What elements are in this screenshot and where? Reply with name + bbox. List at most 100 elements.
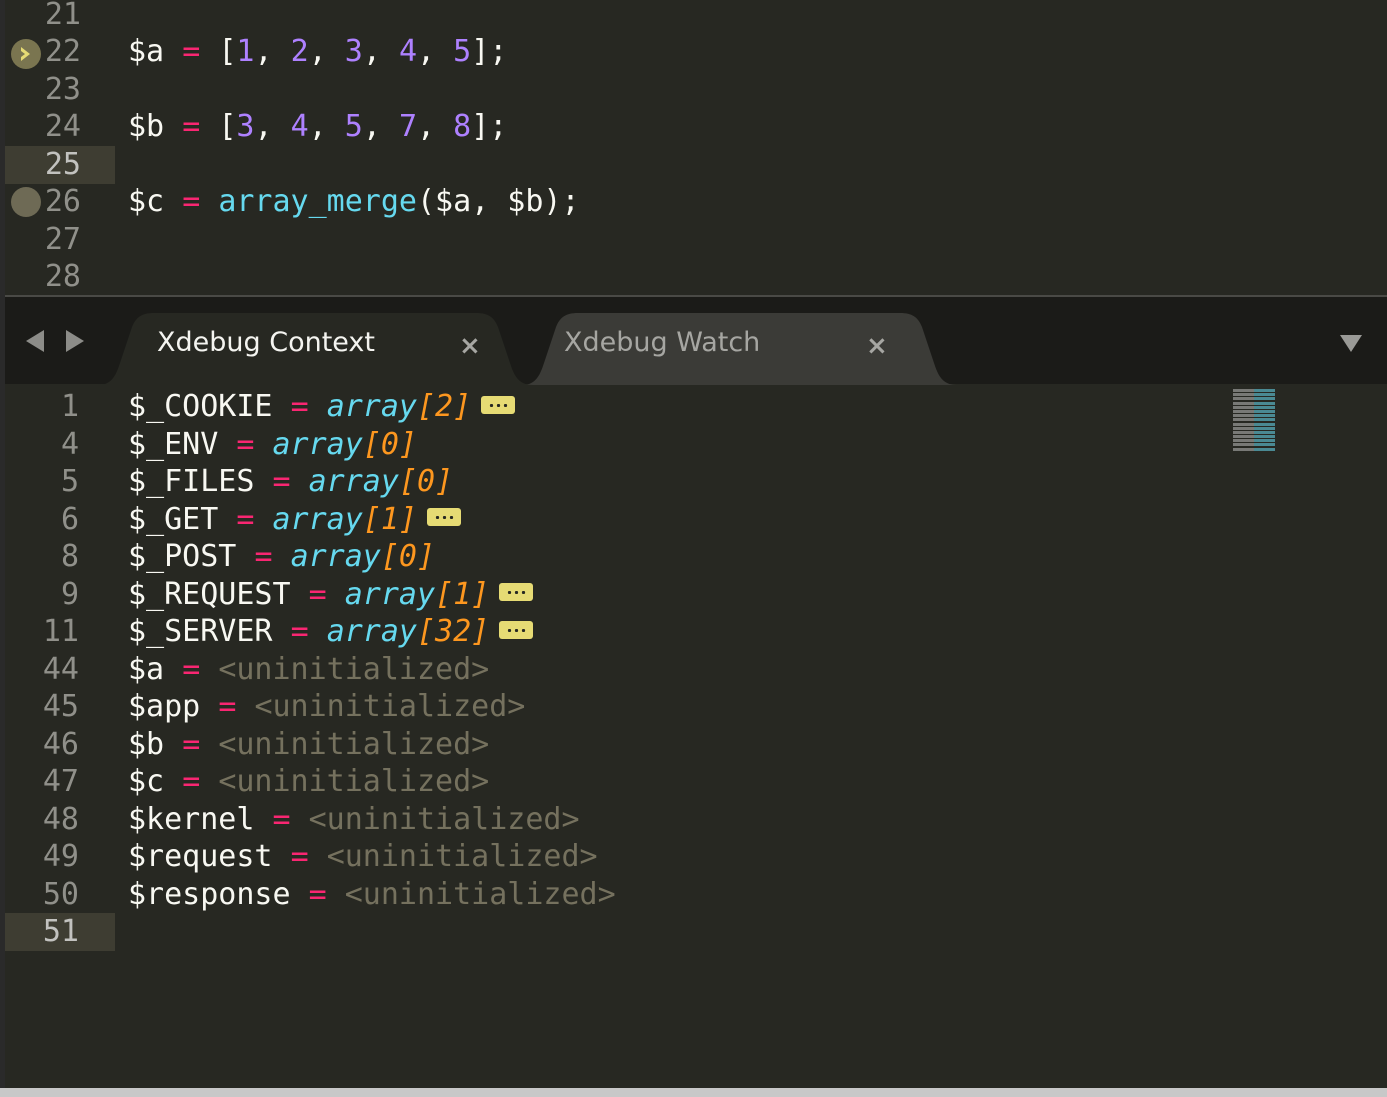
arrow-right-icon xyxy=(17,45,35,63)
code-token: ($a, $b); xyxy=(417,184,580,219)
context-row-text: $_REQUEST = array[1] xyxy=(128,576,533,614)
context-row[interactable]: 8$_POST = array[0] xyxy=(5,538,1387,576)
context-row[interactable]: 50 $response = <uninitialized> xyxy=(5,876,1387,914)
ellipsis-icon[interactable] xyxy=(499,621,533,639)
gutter-cell[interactable]: 28 xyxy=(5,258,115,296)
variable-name: $b xyxy=(128,727,164,762)
tab-xdebug-watch[interactable]: Xdebug Watch × xyxy=(522,313,957,385)
ellipsis-icon[interactable] xyxy=(481,396,515,414)
variable-type: array xyxy=(273,427,363,462)
gutter-cell[interactable]: 6 xyxy=(5,501,115,539)
variable-name: $_FILES xyxy=(128,464,254,499)
equals-sign: = xyxy=(182,652,200,687)
code-token: , xyxy=(363,34,399,69)
code-line[interactable]: 28 xyxy=(5,258,1387,296)
context-row[interactable]: 1$_COOKIE = array[2] xyxy=(5,389,1387,426)
close-icon[interactable]: × xyxy=(459,331,481,361)
gutter-cell[interactable]: 5 xyxy=(5,463,115,501)
variable-type: array xyxy=(327,389,417,424)
gutter-cell[interactable]: 8 xyxy=(5,538,115,576)
variable-name: $request xyxy=(128,839,273,874)
line-number: 24 xyxy=(45,108,81,146)
chevron-down-icon[interactable] xyxy=(1340,335,1362,352)
ellipsis-icon[interactable] xyxy=(427,508,461,526)
context-row[interactable]: 47 $c = <uninitialized> xyxy=(5,763,1387,801)
variable-name: $c xyxy=(128,764,164,799)
context-row[interactable]: 44 $a = <uninitialized> xyxy=(5,651,1387,689)
context-row-text: $_FILES = array[0] xyxy=(128,463,453,501)
context-row[interactable]: 48$kernel = <uninitialized> xyxy=(5,801,1387,839)
gutter-cell[interactable]: 21 xyxy=(5,0,115,34)
context-row-text: $response = <uninitialized> xyxy=(128,876,616,914)
code-line[interactable]: 24 $b = [3, 4, 5, 7, 8]; xyxy=(5,108,1387,146)
gutter-cell[interactable]: 24 xyxy=(5,108,115,146)
gutter-cell[interactable]: 9 xyxy=(5,576,115,614)
variable-value: <uninitialized> xyxy=(218,727,489,762)
code-editor[interactable]: 21 22 $a = [1, 2, 3, 4, 5]; 23 24 $b = [… xyxy=(5,0,1387,296)
left-arrow-icon[interactable] xyxy=(26,330,44,352)
variable-value: <uninitialized> xyxy=(345,877,616,912)
gutter-cell[interactable]: 49 xyxy=(5,838,115,876)
code-token: 3 xyxy=(345,34,363,69)
code-line-current[interactable]: 25 xyxy=(5,146,1387,184)
code-line[interactable]: 23 xyxy=(5,71,1387,109)
context-row[interactable]: 4$_ENV = array[0] xyxy=(5,426,1387,464)
gutter-cell[interactable]: 4 xyxy=(5,426,115,464)
line-number: 44 xyxy=(43,651,79,689)
context-row[interactable]: 49 $request = <uninitialized> xyxy=(5,838,1387,876)
gutter-cell[interactable]: 47 xyxy=(5,763,115,801)
context-row[interactable]: 9 $_REQUEST = array[1] xyxy=(5,576,1387,614)
variable-value: <uninitialized> xyxy=(218,652,489,687)
line-number: 46 xyxy=(43,726,79,764)
line-number: 47 xyxy=(43,763,79,801)
equals-sign: = xyxy=(309,877,327,912)
context-row[interactable]: 46$b = <uninitialized> xyxy=(5,726,1387,764)
gutter-cell[interactable]: 25 xyxy=(5,146,115,184)
gutter-cell[interactable]: 44 xyxy=(5,651,115,689)
variable-name: $_REQUEST xyxy=(128,577,291,612)
equals-sign: = xyxy=(291,389,309,424)
code-token: 1 xyxy=(236,34,254,69)
ellipsis-icon[interactable] xyxy=(499,583,533,601)
line-number: 9 xyxy=(61,576,79,614)
context-row-text: $c = <uninitialized> xyxy=(128,763,489,801)
variable-name: $a xyxy=(128,652,164,687)
line-number: 21 xyxy=(45,0,81,34)
context-row-text: $request = <uninitialized> xyxy=(128,838,598,876)
context-row[interactable]: 5 $_FILES = array[0] xyxy=(5,463,1387,501)
minimap[interactable] xyxy=(1233,389,1303,461)
xdebug-context-view[interactable]: 5150$response = <uninitialized>49$reques… xyxy=(5,389,1387,1089)
line-number: 23 xyxy=(45,71,81,109)
line-number: 48 xyxy=(43,801,79,839)
gutter-cell[interactable]: 1 xyxy=(5,389,115,426)
code-line[interactable]: 26 $c = array_merge($a, $b); xyxy=(5,183,1387,221)
gutter-cell[interactable]: 23 xyxy=(5,71,115,109)
context-row[interactable]: 11$_SERVER = array[32] xyxy=(5,613,1387,651)
close-icon[interactable]: × xyxy=(866,331,888,361)
code-token: 4 xyxy=(399,34,417,69)
variable-name: $_COOKIE xyxy=(128,389,273,424)
breakpoint-icon[interactable] xyxy=(11,187,41,217)
line-number: 11 xyxy=(43,613,79,651)
gutter-cell[interactable]: 11 xyxy=(5,613,115,651)
gutter-cell[interactable]: 50 xyxy=(5,876,115,914)
equals-sign: = xyxy=(291,839,309,874)
context-row-empty[interactable]: 51 xyxy=(5,913,1387,951)
tab-xdebug-context[interactable]: Xdebug Context × xyxy=(98,313,533,385)
gutter-cell[interactable]: 46 xyxy=(5,726,115,764)
code-line[interactable]: 27 xyxy=(5,221,1387,259)
gutter-cell[interactable]: 48 xyxy=(5,801,115,839)
right-arrow-icon[interactable] xyxy=(66,330,84,352)
line-number: 49 xyxy=(43,838,79,876)
code-token: , xyxy=(363,109,399,144)
array-count: [32] xyxy=(417,614,489,649)
gutter-cell[interactable]: 51 xyxy=(5,913,115,951)
gutter-cell[interactable]: 45 xyxy=(5,688,115,726)
context-row[interactable]: 45$app = <uninitialized> xyxy=(5,688,1387,726)
context-row[interactable]: 6$_GET = array[1] xyxy=(5,501,1387,539)
code-line[interactable]: 21 xyxy=(5,0,1387,34)
line-number: 27 xyxy=(45,221,81,259)
gutter-cell[interactable]: 27 xyxy=(5,221,115,259)
code-line[interactable]: 22 $a = [1, 2, 3, 4, 5]; xyxy=(5,33,1387,71)
current-execution-marker-icon[interactable] xyxy=(11,39,41,69)
